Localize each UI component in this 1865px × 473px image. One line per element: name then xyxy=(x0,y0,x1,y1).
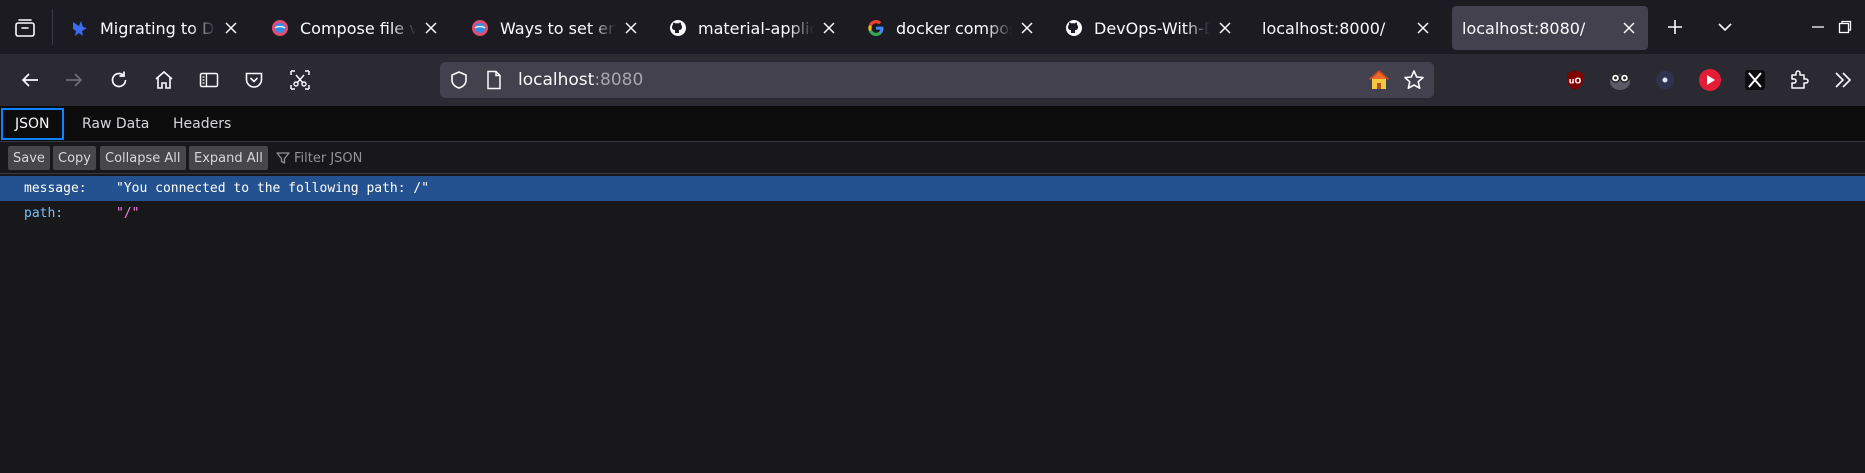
privacy-badger-extension[interactable] xyxy=(1606,66,1634,94)
extensions-button[interactable] xyxy=(1785,66,1813,94)
sidebar-button[interactable] xyxy=(193,64,225,96)
pocket-icon xyxy=(245,72,263,88)
json-content: message: "You connected to the following… xyxy=(0,174,1865,473)
close-icon[interactable] xyxy=(422,19,440,37)
tab-3[interactable]: material-application xyxy=(658,6,848,50)
close-icon[interactable] xyxy=(1216,19,1234,37)
tab-6[interactable]: localhost:8000/ xyxy=(1252,6,1442,50)
star-bird-icon xyxy=(70,18,90,38)
list-all-tabs-button[interactable] xyxy=(1710,12,1740,42)
home-button[interactable] xyxy=(148,64,180,96)
json-viewer-tabs: JSON Raw Data Headers xyxy=(0,106,1865,142)
minimize-icon xyxy=(1812,26,1824,28)
filter-placeholder: Filter JSON xyxy=(294,150,363,166)
tab-7-active[interactable]: localhost:8080/ xyxy=(1452,6,1648,50)
save-button[interactable]: Save xyxy=(8,146,50,170)
forward-button[interactable] xyxy=(58,64,90,96)
pocket-button[interactable] xyxy=(238,64,270,96)
tab-title: Ways to set environment xyxy=(500,18,616,38)
close-icon[interactable] xyxy=(222,19,240,37)
home-icon xyxy=(155,70,173,89)
screenshot-button[interactable] xyxy=(284,64,316,96)
json-row-message[interactable]: message: "You connected to the following… xyxy=(0,176,1865,201)
ublock-shield-icon: uO xyxy=(1567,70,1583,90)
tab-title: material-application xyxy=(698,18,814,38)
json-value: "You connected to the following path: /" xyxy=(116,181,430,196)
glasses-face-icon xyxy=(1610,73,1630,90)
docker-docs-icon xyxy=(470,18,490,38)
scissors-screenshot-icon xyxy=(290,70,310,90)
expand-all-button[interactable]: Expand All xyxy=(189,146,268,170)
double-chevron-right-icon xyxy=(1835,72,1852,88)
bookmark-star-icon[interactable] xyxy=(1403,69,1425,91)
svg-text:uO: uO xyxy=(1569,77,1582,86)
page-icon[interactable] xyxy=(483,69,505,91)
github-icon xyxy=(668,18,688,38)
tab-title: localhost:8080/ xyxy=(1462,18,1586,38)
url-port: :8080 xyxy=(594,70,644,90)
arrow-left-icon xyxy=(21,73,38,87)
firefox-view-button[interactable] xyxy=(10,14,40,42)
close-icon[interactable] xyxy=(820,19,838,37)
tab-title: docker compose xyxy=(896,18,1012,38)
tab-headers[interactable]: Headers xyxy=(161,108,243,140)
tab-title: DevOps-With-Docker xyxy=(1094,18,1210,38)
close-icon[interactable] xyxy=(622,19,640,37)
json-toolbar: Save Copy Collapse All Expand All Filter… xyxy=(0,142,1865,174)
tab-4[interactable]: docker compose xyxy=(856,6,1046,50)
ublock-origin-extension[interactable]: uO xyxy=(1561,66,1589,94)
tab-1[interactable]: Compose file versions xyxy=(260,6,450,50)
url-text[interactable]: localhost:8080 xyxy=(518,70,643,90)
close-icon[interactable] xyxy=(1018,19,1036,37)
restore-icon xyxy=(1838,20,1852,34)
tab-5[interactable]: DevOps-With-Docker xyxy=(1054,6,1244,50)
docker-docs-icon xyxy=(270,18,290,38)
tab-title: Migrating to Docker Compose xyxy=(100,18,216,38)
json-key: path: xyxy=(24,206,64,221)
tab-strip-separator xyxy=(52,9,53,45)
x-extension[interactable] xyxy=(1741,66,1769,94)
reload-icon xyxy=(111,71,127,88)
plus-icon xyxy=(1668,20,1682,34)
json-key: message: xyxy=(24,181,87,196)
google-icon xyxy=(866,18,886,38)
url-bar[interactable]: localhost:8080 xyxy=(440,62,1434,98)
home-page-icon[interactable] xyxy=(1368,69,1390,91)
filter-icon xyxy=(276,152,290,164)
tab-2[interactable]: Ways to set environment xyxy=(460,6,650,50)
shield-icon[interactable] xyxy=(448,69,470,91)
navigation-toolbar: localhost:8080 uO xyxy=(0,54,1865,106)
tab-strip: Migrating to Docker Compose Compose file… xyxy=(0,0,1865,54)
sidebar-icon xyxy=(199,72,219,88)
restore-button[interactable] xyxy=(1838,12,1865,42)
puzzle-piece-icon xyxy=(1791,70,1809,89)
back-button[interactable] xyxy=(14,64,46,96)
x-logo-icon xyxy=(1745,70,1765,90)
overflow-menu-button[interactable] xyxy=(1829,66,1857,94)
close-icon[interactable] xyxy=(1414,19,1432,37)
copy-button[interactable]: Copy xyxy=(53,146,96,170)
tab-title: Compose file versions xyxy=(300,18,416,38)
github-icon xyxy=(1064,18,1084,38)
json-value: "/" xyxy=(116,206,140,221)
chevron-down-icon xyxy=(1718,23,1732,32)
tab-json[interactable]: JSON xyxy=(1,108,64,140)
filter-json-input[interactable]: Filter JSON xyxy=(276,146,362,170)
close-icon[interactable] xyxy=(1620,19,1638,37)
play-circle-icon xyxy=(1699,69,1721,91)
tab-0[interactable]: Migrating to Docker Compose xyxy=(60,6,250,50)
video-extension[interactable] xyxy=(1696,66,1724,94)
url-host: localhost xyxy=(518,70,595,90)
dot-extension[interactable] xyxy=(1651,66,1679,94)
minimize-button[interactable] xyxy=(1803,12,1833,42)
new-tab-button[interactable] xyxy=(1660,12,1690,42)
tab-title: localhost:8000/ xyxy=(1262,18,1386,38)
collapse-all-button[interactable]: Collapse All xyxy=(100,146,186,170)
reload-button[interactable] xyxy=(103,64,135,96)
json-row-path[interactable]: path: "/" xyxy=(0,201,1865,226)
dot-icon xyxy=(1656,71,1674,89)
firefox-view-icon xyxy=(15,19,35,37)
arrow-right-icon xyxy=(66,73,83,87)
tab-raw-data[interactable]: Raw Data xyxy=(70,108,161,140)
